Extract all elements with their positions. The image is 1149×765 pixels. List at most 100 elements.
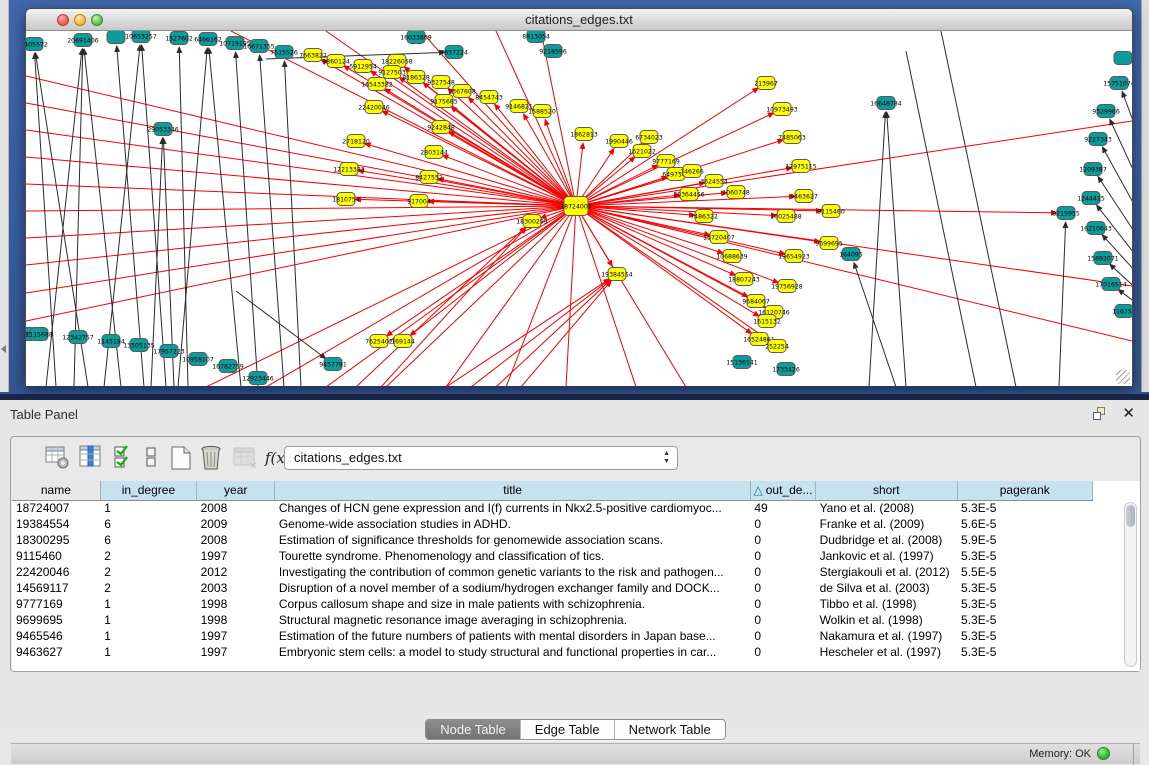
column-header-year[interactable]: year: [197, 481, 275, 500]
graph-node[interactable]: 8186328: [402, 71, 430, 84]
graph-node[interactable]: 1810754: [332, 193, 360, 206]
graph-node[interactable]: 7857224: [440, 46, 468, 59]
select-columns-icon[interactable]: [113, 445, 137, 474]
close-panel-icon[interactable]: ✕: [1122, 404, 1135, 422]
graph-node[interactable]: 252254: [765, 340, 789, 353]
tab-edge-table[interactable]: Edge Table: [521, 720, 615, 739]
merge-rows-icon[interactable]: [144, 445, 160, 474]
graph-edge[interactable]: [1118, 289, 1132, 371]
graph-edge[interactable]: [941, 31, 1016, 386]
graph-node[interactable]: 16648784: [870, 97, 902, 110]
graph-node[interactable]: 5912954: [349, 60, 377, 73]
delete-table-icon[interactable]: ✕: [233, 445, 259, 476]
graph-edge[interactable]: [449, 132, 576, 206]
graph-node[interactable]: 12975115: [785, 160, 817, 173]
graph-edge[interactable]: [1059, 222, 1066, 386]
graph-node[interactable]: 7625402: [365, 335, 393, 348]
table-row[interactable]: 1872400712008Changes of HCN gene express…: [12, 500, 1093, 516]
graph-node[interactable]: 2718120: [342, 135, 370, 148]
graph-node[interactable]: 8427552: [415, 171, 443, 184]
graph-node[interactable]: 1115688: [26, 328, 53, 341]
table-select-combo[interactable]: citations_edges.txt ▲▼: [284, 446, 678, 470]
graph-edge[interactable]: [284, 61, 301, 386]
left-splitter[interactable]: [0, 0, 9, 392]
graph-node[interactable]: 9457791: [319, 358, 347, 371]
graph-node[interactable]: 1060748: [722, 186, 750, 199]
graph-node[interactable]: 1244415: [1077, 192, 1105, 205]
graph-node[interactable]: 9463627: [790, 190, 818, 203]
table-scrollbar[interactable]: [1124, 502, 1137, 667]
graph-edge[interactable]: [887, 112, 906, 386]
right-splitter[interactable]: [1141, 0, 1149, 392]
graph-edge[interactable]: [326, 206, 576, 386]
graph-node[interactable]: 17957223: [153, 345, 185, 358]
table-row[interactable]: 2242004622012Investigating the contribut…: [12, 564, 1093, 580]
graph-edge[interactable]: [26, 206, 576, 238]
column-header-title[interactable]: title: [275, 481, 751, 500]
graph-edge[interactable]: [117, 46, 144, 386]
column-header-short[interactable]: short: [816, 481, 957, 500]
graph-node[interactable]: 6466162: [194, 33, 222, 46]
table-row[interactable]: 977716911998Corpus callosum shape and si…: [12, 596, 1093, 612]
graph-edge[interactable]: [260, 55, 284, 386]
graph-node[interactable]: 1209387: [1079, 163, 1107, 176]
graph-node[interactable]: 1621022: [628, 145, 656, 158]
window-resize-grip[interactable]: [1116, 370, 1130, 384]
graph-node[interactable]: 7485063: [778, 131, 806, 144]
table-row[interactable]: 946554611997Estimation of the future num…: [12, 628, 1093, 644]
graph-edge[interactable]: [446, 206, 576, 386]
graph-edge[interactable]: [576, 206, 785, 254]
graph-edge[interactable]: [26, 206, 576, 265]
graph-edge[interactable]: [178, 48, 207, 386]
graph-node[interactable]: 9329966: [1092, 105, 1120, 118]
graph-node[interactable]: 22420046: [358, 101, 390, 114]
graph-node[interactable]: 15692071: [1087, 252, 1119, 265]
graph-edge[interactable]: [446, 279, 609, 386]
graph-node[interactable]: 6734023: [635, 131, 663, 144]
column-header-out_de[interactable]: △out_de...: [750, 481, 815, 500]
graph-node[interactable]: 9227343: [1084, 133, 1112, 146]
graph-node[interactable]: 1862813: [570, 128, 598, 141]
show-columns-icon[interactable]: [79, 445, 103, 474]
graph-node[interactable]: 9115460: [817, 205, 845, 218]
graph-node[interactable]: 2803144: [420, 146, 448, 159]
graph-node[interactable]: 1527602: [165, 32, 193, 45]
graph-edge[interactable]: [209, 48, 241, 386]
graph-edge[interactable]: [26, 206, 576, 211]
table-row[interactable]: 911546021997Tourette syndrome. Phenomeno…: [12, 548, 1093, 564]
graph-edge[interactable]: [1122, 91, 1132, 371]
graph-node[interactable]: 169144: [391, 335, 415, 348]
graph-node[interactable]: 116753: [1112, 305, 1132, 318]
graph-node[interactable]: 16033809: [400, 31, 432, 44]
table-row[interactable]: 969969511998Structural magnetic resonanc…: [12, 612, 1093, 628]
graph-node[interactable]: 164095: [839, 248, 863, 261]
graph-node[interactable]: 10025488: [770, 210, 802, 223]
graph-node[interactable]: 20364456: [673, 188, 705, 201]
graph-edge[interactable]: [471, 280, 610, 386]
column-header-name[interactable]: name: [12, 481, 100, 500]
graph-node[interactable]: 18724007: [560, 197, 592, 216]
graph-node[interactable]: 2405572: [26, 38, 48, 51]
graph-node[interactable]: 1733426: [772, 363, 800, 376]
new-column-icon[interactable]: [169, 445, 193, 476]
float-panel-icon[interactable]: [1093, 407, 1107, 421]
scrollbar-thumb[interactable]: [1126, 505, 1135, 527]
tab-network-table[interactable]: Network Table: [615, 720, 725, 739]
graph-edge[interactable]: [1098, 177, 1132, 371]
column-header-in_degree[interactable]: in_degree: [100, 481, 196, 500]
graph-node[interactable]: 12923446: [242, 372, 274, 385]
graph-edge[interactable]: [26, 206, 576, 293]
tab-node-table[interactable]: Node Table: [426, 720, 521, 739]
graph-edge[interactable]: [566, 206, 576, 386]
graph-node[interactable]: 8215955: [1052, 207, 1080, 220]
graph-node[interactable]: [1114, 52, 1132, 65]
graph-node[interactable]: 10973493: [766, 103, 798, 116]
graph-edge[interactable]: [906, 51, 976, 386]
graph-node[interactable]: 8454743: [475, 91, 503, 104]
graph-edge[interactable]: [496, 280, 610, 386]
graph-edge[interactable]: [521, 281, 611, 386]
table-row[interactable]: 1830029562008Estimation of significance …: [12, 532, 1093, 548]
graph-node[interactable]: 746266: [680, 165, 704, 178]
window-titlebar[interactable]: citations_edges.txt: [26, 9, 1132, 31]
table-row[interactable]: 946362711997Embryonic stem cells: a mode…: [12, 644, 1093, 660]
